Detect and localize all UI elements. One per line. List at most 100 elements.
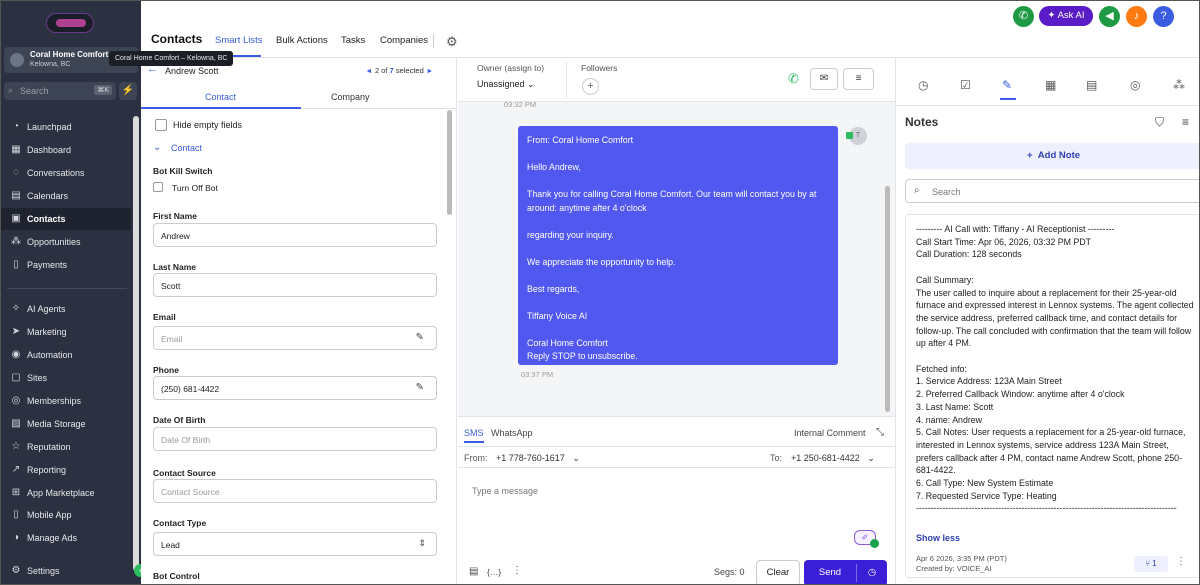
contact-type-select[interactable]: Lead ⇕ (153, 532, 437, 556)
first-name-label: First Name (153, 211, 197, 221)
to-label: To: (770, 453, 783, 463)
calendar-icon: ▤ (11, 190, 21, 201)
ads-icon: ◑ (12, 532, 20, 543)
contact-source-field[interactable]: Contact Source (153, 479, 437, 503)
megaphone-icon[interactable]: ◀ (1099, 6, 1120, 27)
workflow-icon[interactable]: ⁂ (1173, 78, 1185, 92)
collapse-icon[interactable]: ⤡ (876, 427, 884, 438)
filter-funnel-icon[interactable]: ⛉ (1155, 115, 1164, 130)
hide-empty-checkbox[interactable] (155, 119, 167, 131)
appointments-calendar-icon[interactable]: ▦ (1045, 78, 1056, 92)
image-icon: ▨ (11, 418, 21, 429)
dob-label: Date Of Birth (153, 415, 206, 425)
section-contact-toggle[interactable]: Contact (171, 143, 202, 153)
custom-values-icon[interactable]: {…} (487, 567, 501, 577)
last-name-field[interactable]: Scott (153, 273, 437, 297)
sidebar-item-memberships[interactable]: ◎ Memberships (1, 390, 131, 412)
show-less-link[interactable]: Show less (916, 533, 960, 543)
first-name-field[interactable]: Andrew (153, 223, 437, 247)
to-number-select[interactable]: +1 250-681-4422 ⌄ (791, 453, 875, 464)
sidebar-item-conversations[interactable]: ◌ Conversations (1, 162, 131, 184)
tab-companies[interactable]: Companies (380, 35, 428, 46)
sidebar-item-automation[interactable]: ◉ Automation (1, 344, 131, 366)
payments-dollar-icon[interactable]: ◎ (1130, 78, 1140, 92)
notification-bell-icon[interactable]: ♪ (1126, 6, 1147, 27)
settings-gear-icon[interactable]: ⚙ (446, 34, 458, 50)
tasks-check-icon[interactable]: ☑ (960, 78, 971, 92)
search-icon: ⌕ (914, 185, 920, 196)
header-divider (566, 62, 567, 98)
owner-select[interactable]: Unassigned ⌄ (477, 79, 535, 90)
sidebar-item-mobile-app[interactable]: ▯ Mobile App (1, 504, 131, 526)
sidebar-item-calendars[interactable]: ▤ Calendars (1, 185, 131, 207)
tab-tasks[interactable]: Tasks (341, 35, 365, 46)
internal-comment-tab[interactable]: Internal Comment (794, 428, 866, 438)
notes-pencil-icon[interactable]: ✎ (1002, 78, 1012, 92)
sidebar-item-reporting[interactable]: ↗ Reporting (1, 459, 131, 481)
active-subtab-indicator (141, 107, 301, 109)
sidebar-item-reputation[interactable]: ☆ Reputation (1, 436, 131, 458)
conversation-scrollbar[interactable] (885, 186, 890, 412)
add-note-button[interactable]: + Add Note (905, 143, 1199, 169)
sidebar-item-dashboard[interactable]: ▦ Dashboard (1, 139, 131, 161)
prev-record-icon[interactable]: ◂ (367, 66, 371, 75)
sidebar-item-launchpad[interactable]: ◔ Launchpad (1, 116, 131, 138)
phone-icon[interactable]: ✆ (1013, 6, 1034, 27)
dob-field[interactable]: Date Of Birth (153, 427, 437, 451)
sidebar-item-opportunities[interactable]: ⁂ Opportunities (1, 231, 131, 253)
sort-lines-icon[interactable]: ≡ (1182, 115, 1189, 129)
quick-action-bolt-icon[interactable]: ⚡ (119, 82, 137, 100)
email-field[interactable]: Email ✎ (153, 326, 437, 350)
ask-ai-button[interactable]: ✦ Ask AI (1039, 6, 1093, 26)
ai-assist-icon[interactable]: ✐ (854, 530, 879, 548)
sidebar-item-payments[interactable]: ▯ Payments (1, 254, 131, 276)
app-window: Coral Home Comfort Kelowna, BC Coral Hom… (0, 0, 1200, 585)
tab-bulk-actions[interactable]: Bulk Actions (276, 35, 328, 46)
sidebar-item-marketing[interactable]: ➤ Marketing (1, 321, 131, 343)
notes-search-input[interactable]: ⌕ Search (905, 179, 1199, 203)
edit-pencil-icon[interactable]: ✎ (416, 332, 424, 343)
documents-icon[interactable]: ▤ (1086, 78, 1097, 92)
more-options-icon[interactable]: ⋮ (1176, 556, 1186, 567)
chevron-down-icon[interactable]: ⌄ (153, 142, 161, 153)
sidebar-scrollbar[interactable] (133, 116, 139, 571)
gear-icon: ⚙ (11, 565, 21, 576)
chat-icon: ◌ (13, 167, 19, 178)
tab-smart-lists[interactable]: Smart Lists (215, 35, 263, 46)
sidebar-item-sites[interactable]: ▢ Sites (1, 367, 131, 389)
tab-company[interactable]: Company (331, 92, 370, 102)
turn-off-bot-checkbox[interactable] (153, 182, 163, 192)
sidebar-item-ai-agents[interactable]: ✧ AI Agents (1, 298, 131, 320)
sidebar-item-settings[interactable]: ⚙ Settings (1, 560, 131, 582)
edit-pencil-icon[interactable]: ✎ (416, 382, 424, 393)
sidebar-item-contacts[interactable]: ▣ Contacts (1, 208, 131, 230)
clear-button[interactable]: Clear (756, 560, 800, 584)
note-link-badge[interactable]: ⑂ 1 (1134, 556, 1168, 572)
call-phone-icon[interactable]: ✆ (788, 71, 799, 87)
contact-scrollbar[interactable] (447, 110, 452, 215)
phone-field[interactable]: (250) 681-4422 ✎ (153, 376, 437, 400)
filter-lines-icon[interactable]: ≡ (843, 68, 874, 90)
from-number-select[interactable]: +1 778-760-1617 ⌄ (496, 453, 580, 464)
next-record-icon[interactable]: ▸ (428, 66, 432, 75)
schedule-clock-icon[interactable]: ◷ (860, 560, 884, 584)
sidebar-item-media-storage[interactable]: ▨ Media Storage (1, 413, 131, 435)
more-options-icon[interactable]: ⋮ (512, 565, 522, 576)
message-timestamp: 03:37 PM (521, 370, 554, 379)
help-icon[interactable]: ? (1153, 6, 1174, 27)
tab-whatsapp[interactable]: WhatsApp (491, 428, 533, 438)
payments-icon: ▯ (13, 259, 19, 270)
tab-sms[interactable]: SMS (464, 428, 484, 438)
active-panel-indicator (1000, 98, 1016, 100)
activity-clock-icon[interactable]: ◷ (918, 78, 928, 92)
sidebar-search[interactable]: ⌕ Search ⌘K (4, 82, 116, 100)
sidebar-item-app-marketplace[interactable]: ⊞ App Marketplace (1, 482, 131, 504)
add-follower-button[interactable]: + (582, 78, 599, 95)
message-input[interactable]: Type a message (472, 486, 538, 496)
send-button[interactable]: Send ◷ (804, 560, 887, 584)
attachment-icon[interactable]: ▤ (469, 566, 478, 577)
sidebar-item-manage-ads[interactable]: ◑ Manage Ads (1, 527, 131, 549)
company-logo[interactable] (46, 13, 94, 33)
email-envelope-icon[interactable]: ✉ (810, 68, 838, 90)
tab-contact[interactable]: Contact (205, 92, 236, 102)
